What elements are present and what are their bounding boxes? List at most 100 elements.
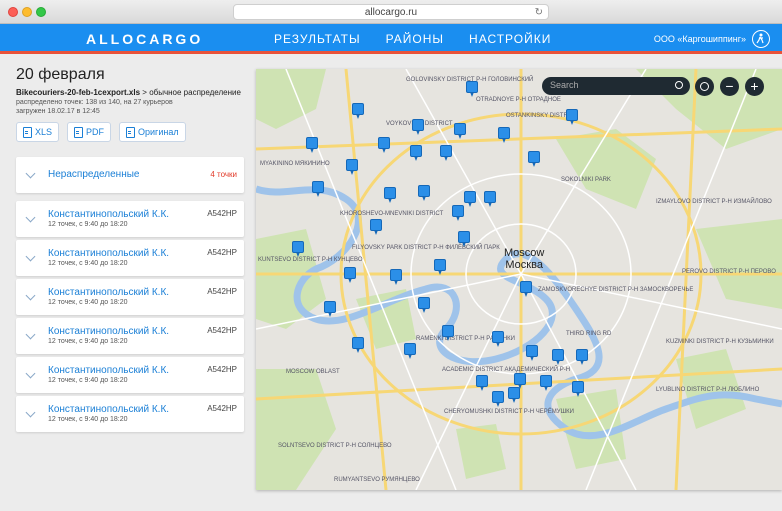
delivery-point-pin[interactable] [370,219,382,235]
delivery-point-pin[interactable] [452,205,464,221]
file-info: Bikecouriers-20-feb-1cexport.xls > обычн… [16,88,244,97]
chevron-down-icon [25,251,36,262]
vehicle-plate: А542НР [207,404,237,413]
chevron-down-icon [25,212,36,223]
delivery-point-pin[interactable] [352,103,364,119]
map-label: ACADEMIC DISTRICT АКАДЕМИЧЕСКИЙ Р-Н [442,367,571,373]
delivery-point-pin[interactable] [404,343,416,359]
delivery-point-pin[interactable] [410,145,422,161]
nav-results[interactable]: РЕЗУЛЬТАТЫ [274,32,361,46]
delivery-point-pin[interactable] [324,301,336,317]
delivery-point-pin[interactable] [458,231,470,247]
app-logo[interactable]: ALLOCARGO [86,31,203,47]
courier-card[interactable]: Константинопольский К.К. 12 точек, с 9:4… [16,357,244,393]
file-icon [126,126,136,138]
vehicle-plate: А542НР [207,365,237,374]
nav-districts[interactable]: РАЙОНЫ [386,32,444,46]
zoom-in-button[interactable]: + [745,77,764,96]
delivery-point-pin[interactable] [576,349,588,365]
export-pdf-button[interactable]: PDF [67,122,112,142]
delivery-point-pin[interactable] [566,109,578,125]
unassigned-points-card[interactable]: Нераспределенные 4 точки [16,157,244,193]
original-file-label: Оригинал [138,127,179,137]
delivery-point-pin[interactable] [528,151,540,167]
delivery-point-pin[interactable] [508,387,520,403]
export-xls-label: XLS [35,127,53,137]
delivery-point-pin[interactable] [412,119,424,135]
delivery-point-pin[interactable] [344,267,356,283]
delivery-point-pin[interactable] [292,241,304,257]
delivery-point-pin[interactable] [384,187,396,203]
delivery-point-pin[interactable] [454,123,466,139]
delivery-point-pin[interactable] [442,325,454,341]
courier-card[interactable]: Константинопольский К.К. 12 точек, с 9:4… [16,279,244,315]
chevron-down-icon [25,290,36,301]
delivery-point-pin[interactable] [418,185,430,201]
map-label: Myakinino Мякинино [260,161,330,167]
map-search-input[interactable]: Search [542,77,690,95]
nav-settings[interactable]: НАСТРОЙКИ [469,32,551,46]
file-name[interactable]: Bikecouriers-20-feb-1cexport.xls [16,88,140,97]
delivery-point-pin[interactable] [306,137,318,153]
delivery-point-pin[interactable] [498,127,510,143]
map-label: Third Ring Rd [566,331,612,337]
courier-details: 12 точек, с 9:40 до 18:20 [48,221,128,228]
zoom-out-button[interactable]: − [720,77,739,96]
courier-details: 12 точек, с 9:40 до 18:20 [48,416,128,423]
courier-card[interactable]: Константинопольский К.К. 12 точек, с 9:4… [16,240,244,276]
search-icon [675,81,683,89]
map-label: Rumyantsevo Румянцево [334,477,420,483]
delivery-point-pin[interactable] [520,281,532,297]
vehicle-plate: А542НР [207,326,237,335]
delivery-point-pin[interactable] [440,145,452,161]
url-text: allocargo.ru [364,7,418,18]
courier-details: 12 точек, с 9:40 до 18:20 [48,299,128,306]
map-label: IZMAYLOVO DISTRICT Р-Н ИЗМАЙЛОВО [656,199,772,205]
vehicle-plate: А542НР [207,209,237,218]
delivery-point-pin[interactable] [484,191,496,207]
map-label: KHOROSHEVO-MNEVNIKI DISTRICT [340,211,444,217]
export-xls-button[interactable]: XLS [16,122,60,142]
unassigned-label: Нераспределенные [48,169,140,180]
map-view[interactable]: GOLOVINSKY DISTRICT Р-Н ГОЛОВИНСКИЙ OTRA… [256,69,782,490]
map-label: SOLNTSEVO DISTRICT Р-Н СОЛНЦЕВО [278,443,392,449]
delivery-point-pin[interactable] [540,375,552,391]
courier-card[interactable]: Константинопольский К.К. 12 точек, с 9:4… [16,318,244,354]
chevron-down-icon [25,407,36,418]
address-bar[interactable]: allocargo.ru ↻ [233,4,549,20]
minimize-window-button[interactable] [22,7,32,17]
map-label: LYUBLINO DISTRICT Р-Н ЛЮБЛИНО [656,387,760,393]
map-label: OTRADNOYE Р-Н ОТРАДНОЕ [476,97,561,103]
locate-button[interactable] [695,77,714,96]
file-icon [23,126,32,138]
courier-card[interactable]: Константинопольский К.К. 12 точек, с 9:4… [16,201,244,237]
delivery-point-pin[interactable] [526,345,538,361]
delivery-point-pin[interactable] [352,337,364,353]
map-label: ZAMOSKVORECHYE DISTRICT Р-Н ЗАМОСКВОРЕЧЬ… [538,287,694,293]
delivery-point-pin[interactable] [572,381,584,397]
reload-icon[interactable]: ↻ [535,5,543,20]
unassigned-count: 4 точки [210,170,237,179]
maximize-window-button[interactable] [36,7,46,17]
delivery-point-pin[interactable] [378,137,390,153]
delivery-point-pin[interactable] [434,259,446,275]
delivery-point-pin[interactable] [492,391,504,407]
upload-time: загружен 18.02.17 в 12:45 [16,108,100,115]
delivery-point-pin[interactable] [312,181,324,197]
delivery-point-pin[interactable] [492,331,504,347]
courier-card[interactable]: Константинопольский К.К. 12 точек, с 9:4… [16,396,244,432]
company-name[interactable]: ООО «Каргошиппинг» [654,34,746,44]
delivery-point-pin[interactable] [418,297,430,313]
close-window-button[interactable] [8,7,18,17]
user-icon[interactable] [752,30,770,48]
map-label: KUNTSEVO DISTRICT Р-Н КУНЦЕВО [258,257,363,263]
delivery-point-pin[interactable] [390,269,402,285]
delivery-point-pin[interactable] [552,349,564,365]
chevron-down-icon [25,168,36,179]
delivery-point-pin[interactable] [466,81,478,97]
export-buttons: XLS PDF Оригинал [16,122,244,142]
delivery-point-pin[interactable] [476,375,488,391]
delivery-point-pin[interactable] [346,159,358,175]
delivery-point-pin[interactable] [464,191,476,207]
original-file-button[interactable]: Оригинал [119,122,186,142]
